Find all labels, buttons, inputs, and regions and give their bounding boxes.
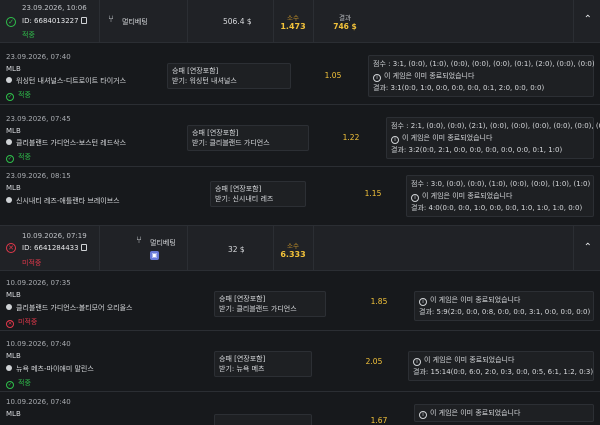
- bet-type: 멀티베팅: [150, 239, 176, 247]
- multibet-icon: ⑂: [108, 14, 114, 25]
- score-box: i이 게임은 이미 종료되었습니다 결과: 5:9(2:0, 0:0, 0:8,…: [414, 291, 594, 321]
- bet-status: 적중: [22, 31, 35, 39]
- leg-odds: 1.85: [370, 297, 388, 306]
- copy-icon[interactable]: [80, 244, 87, 251]
- info-icon: i: [411, 194, 419, 202]
- leg-status: ✓ 적중: [6, 153, 31, 163]
- leg-date: 10.09.2026, 07:35: [6, 279, 71, 287]
- x-circle-icon: ✕: [6, 243, 16, 253]
- leg-date: 10.09.2026, 07:40: [6, 340, 71, 348]
- bet-stake: 506.4 $: [223, 17, 252, 26]
- odds-label: 소수: [287, 14, 299, 22]
- gift-icon: ▣: [150, 251, 159, 260]
- leg-status: ✓ 적중: [6, 91, 31, 101]
- info-icon: i: [419, 411, 427, 419]
- leg-league: MLB: [6, 291, 21, 299]
- leg-odds: 1.22: [342, 133, 360, 142]
- divider: [313, 0, 314, 43]
- leg-league: MLB: [6, 127, 21, 135]
- bet-status: 미적중: [22, 259, 42, 267]
- baseball-icon: [6, 304, 12, 310]
- leg-teams: 클리블랜드 가디언스-보스턴 레드삭스: [6, 138, 126, 148]
- market-box: 승패 [연장포함] 받기: 워싱턴 내셔널스: [167, 63, 291, 89]
- bet-id: ID: 6641284433: [22, 244, 87, 252]
- market-box: 승패 [연장포함] 받기: 뉴욕 메츠: [214, 351, 312, 377]
- bet-leg: 10.09.2026, 07:40 MLB 뉴욕 메츠-마이애미 말린스 ✓ 적중…: [0, 331, 600, 392]
- baseball-icon: [6, 365, 12, 371]
- leg-odds: 1.05: [324, 71, 342, 80]
- baseball-icon: [6, 197, 12, 203]
- score-box: i이 게임은 이미 종료되었습니다: [414, 404, 594, 422]
- leg-league: MLB: [6, 410, 21, 418]
- bet-leg: 10.09.2026, 07:35 MLB 클리블랜드 가디언스-볼티모어 오리…: [0, 271, 600, 331]
- bet-id: ID: 6684013227: [22, 17, 87, 25]
- multibet-icon: ⑂: [136, 235, 142, 246]
- divider: [573, 226, 574, 271]
- leg-odds: 2.05: [365, 357, 383, 366]
- chevron-up-icon[interactable]: ⌃: [584, 242, 592, 253]
- divider: [187, 226, 188, 271]
- bet-header[interactable]: 10.09.2026, 07:19 ID: 6641284433 ✕ 미적중 ⑂…: [0, 226, 600, 271]
- check-circle-icon: ✓: [6, 17, 16, 27]
- leg-date: 23.09.2026, 08:15: [6, 172, 71, 180]
- leg-teams: 클리블랜드 가디언스-볼티모어 오리올스: [6, 303, 132, 313]
- info-icon: i: [391, 136, 399, 144]
- bet-stake: 32 $: [228, 245, 245, 254]
- leg-status: ✓ 적중: [6, 379, 31, 389]
- info-icon: i: [373, 74, 381, 82]
- leg-league: MLB: [6, 65, 21, 73]
- total-odds: 1.473: [280, 22, 306, 31]
- divider: [573, 0, 574, 43]
- bet-type: 멀티베팅: [122, 18, 148, 26]
- score-box: i이 게임은 이미 종료되었습니다 결과: 15:14(0:0, 6:0, 2:…: [408, 351, 594, 381]
- score-box: 점수 : 3:0, (0:0), (0:0), (1:0), (0:0), (0…: [406, 175, 594, 217]
- bet-leg: 23.09.2026, 07:45 MLB 클리블랜드 가디언스-보스턴 레드삭…: [0, 105, 600, 167]
- leg-league: MLB: [6, 184, 21, 192]
- leg-league: MLB: [6, 352, 21, 360]
- leg-teams: 뉴욕 메츠-마이애미 말린스: [6, 364, 94, 374]
- leg-date: 23.09.2026, 07:45: [6, 115, 71, 123]
- divider: [313, 226, 314, 271]
- market-box: 승패 [연장포함] 받기: 신시내티 레즈: [210, 181, 306, 207]
- result-label: 결과: [339, 14, 351, 22]
- score-box: 점수 : 3:1, (0:0), (1:0), (0:0), (0:0), (0…: [368, 55, 595, 97]
- market-box: 승패 [연장포함] 받기: 클리블랜드 가디언스: [187, 125, 309, 151]
- check-circle-icon: ✓: [6, 381, 14, 389]
- leg-odds: 1.15: [364, 189, 382, 198]
- check-circle-icon: ✓: [6, 155, 14, 163]
- leg-date: 23.09.2026, 07:40: [6, 53, 71, 61]
- chevron-up-icon[interactable]: ⌃: [584, 14, 592, 25]
- info-icon: i: [413, 358, 421, 366]
- bet-leg: 23.09.2026, 07:40 MLB 워싱턴 내셔널스-디트로이트 타이거…: [0, 43, 600, 105]
- leg-teams: 신시내티 레즈-애틀랜타 브레이브스: [6, 196, 120, 206]
- x-circle-icon: ✕: [6, 320, 14, 328]
- leg-odds: 1.67: [370, 416, 388, 425]
- market-box: 승패 [연장포함] 받기: 클리블랜드 가디언스: [214, 291, 326, 317]
- baseball-icon: [6, 77, 12, 83]
- info-icon: i: [419, 298, 427, 306]
- divider: [187, 0, 188, 43]
- leg-date: 10.09.2026, 07:40: [6, 398, 71, 406]
- divider: [99, 0, 100, 43]
- bet-date: 23.09.2026, 10:06: [22, 4, 87, 12]
- leg-teams: 워싱턴 내셔널스-디트로이트 타이거스: [6, 76, 126, 86]
- odds-label: 소수: [287, 242, 299, 250]
- total-odds: 6.333: [280, 250, 306, 259]
- bet-leg: 10.09.2026, 07:40 MLB 1.67 i이 게임은 이미 종료되…: [0, 392, 600, 425]
- baseball-icon: [6, 139, 12, 145]
- bet-date: 10.09.2026, 07:19: [22, 232, 87, 240]
- bet-header[interactable]: 23.09.2026, 10:06 ID: 6684013227 ✓ 적중 ⑂ …: [0, 0, 600, 43]
- check-circle-icon: ✓: [6, 93, 14, 101]
- copy-icon[interactable]: [80, 17, 87, 24]
- leg-status: ✕ 미적중: [6, 318, 38, 328]
- result-amount: 746 $: [333, 22, 357, 31]
- score-box: 점수 : 2:1, (0:0), (0:0), (2:1), (0:0), (0…: [386, 117, 600, 159]
- divider: [99, 226, 100, 271]
- market-box: [214, 414, 312, 425]
- bet-leg: 23.09.2026, 08:15 MLB 신시내티 레즈-애틀랜타 브레이브스…: [0, 167, 600, 226]
